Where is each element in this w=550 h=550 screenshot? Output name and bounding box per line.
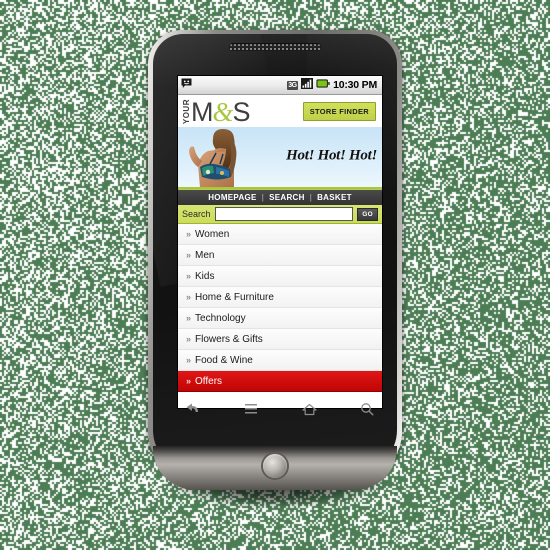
- signal-bars-icon: [301, 78, 313, 92]
- menu-item-home-furniture[interactable]: » Home & Furniture: [178, 287, 382, 308]
- logo-letter-m: M: [191, 97, 213, 127]
- back-softkey[interactable]: [173, 395, 213, 423]
- nav-basket[interactable]: BASKET: [317, 193, 352, 202]
- chevron-right-icon: »: [186, 334, 190, 344]
- menu-item-label: Kids: [195, 271, 214, 282]
- ms-logo[interactable]: YOUR M&S: [183, 98, 303, 124]
- device-chin: [153, 446, 397, 490]
- search-input[interactable]: [215, 207, 354, 221]
- site-nav-bar: HOMEPAGE | SEARCH | BASKET: [178, 189, 382, 205]
- earpiece-speaker-grille: [229, 43, 321, 51]
- nav-separator-2: |: [310, 193, 312, 202]
- chevron-right-icon: »: [186, 313, 190, 323]
- search-icon: [360, 402, 374, 416]
- menu-item-men[interactable]: » Men: [178, 245, 382, 266]
- menu-item-kids[interactable]: » Kids: [178, 266, 382, 287]
- menu-item-label: Offers: [195, 376, 222, 387]
- phone-screen: 3G 10:30 PM YOUR M&S STORE FINDER Hot! H…: [178, 76, 382, 408]
- menu-item-label: Technology: [195, 313, 246, 324]
- android-status-bar: 3G 10:30 PM: [178, 76, 382, 95]
- menu-item-women[interactable]: » Women: [178, 224, 382, 245]
- logo-your-text: YOUR: [183, 98, 191, 124]
- menu-item-technology[interactable]: » Technology: [178, 308, 382, 329]
- battery-icon: [316, 79, 330, 91]
- menu-item-label: Women: [195, 229, 229, 240]
- logo-ms-text: M&S: [191, 101, 250, 124]
- search-label: Search: [182, 209, 211, 219]
- menu-item-flowers-gifts[interactable]: » Flowers & Gifts: [178, 329, 382, 350]
- search-bar: Search GO: [178, 205, 382, 224]
- network-type-indicator: 3G: [287, 81, 298, 90]
- home-icon: [302, 403, 317, 416]
- menu-item-label: Food & Wine: [195, 355, 253, 366]
- softkey-bar: [164, 392, 396, 426]
- device-outer-shell: 3G 10:30 PM YOUR M&S STORE FINDER Hot! H…: [148, 30, 402, 478]
- search-go-button[interactable]: GO: [357, 208, 378, 221]
- logo-letter-s: S: [233, 97, 250, 127]
- menu-softkey[interactable]: [231, 395, 271, 423]
- nav-separator-1: |: [262, 193, 264, 202]
- chevron-right-icon: »: [186, 271, 190, 281]
- menu-item-label: Flowers & Gifts: [195, 334, 263, 345]
- trackball-button[interactable]: [263, 454, 287, 478]
- search-softkey[interactable]: [347, 395, 387, 423]
- home-softkey[interactable]: [289, 395, 329, 423]
- store-finder-button[interactable]: STORE FINDER: [303, 102, 376, 121]
- phone-device: 3G 10:30 PM YOUR M&S STORE FINDER Hot! H…: [148, 30, 402, 490]
- device-front-face: 3G 10:30 PM YOUR M&S STORE FINDER Hot! H…: [153, 34, 397, 472]
- hero-model-image: [186, 127, 248, 187]
- menu-item-label: Home & Furniture: [195, 292, 274, 303]
- logo-ampersand: &: [213, 97, 233, 127]
- category-menu: » Women » Men » Kids » Home & Furniture: [178, 224, 382, 392]
- status-bar-clock: 10:30 PM: [333, 79, 377, 91]
- chevron-right-icon: »: [186, 376, 190, 386]
- menu-item-food-wine[interactable]: » Food & Wine: [178, 350, 382, 371]
- menu-item-offers[interactable]: » Offers: [178, 371, 382, 392]
- hamburger-menu-icon: [244, 403, 258, 415]
- chevron-right-icon: »: [186, 355, 190, 365]
- chevron-right-icon: »: [186, 292, 190, 302]
- menu-item-label: Men: [195, 250, 214, 261]
- message-smiley-icon: [181, 78, 192, 92]
- chevron-right-icon: »: [186, 229, 190, 239]
- site-header: YOUR M&S STORE FINDER: [178, 95, 382, 127]
- chevron-right-icon: »: [186, 250, 190, 260]
- nav-homepage[interactable]: HOMEPAGE: [208, 193, 256, 202]
- hero-headline: Hot! Hot! Hot!: [286, 148, 377, 165]
- back-arrow-icon: [185, 402, 201, 416]
- hero-banner[interactable]: Hot! Hot! Hot!: [178, 127, 382, 189]
- nav-search[interactable]: SEARCH: [269, 193, 305, 202]
